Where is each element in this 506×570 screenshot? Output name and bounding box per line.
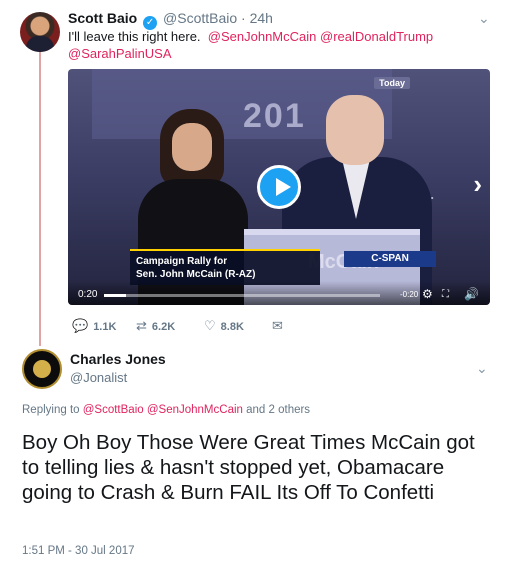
video-remaining-time: -0:20	[400, 290, 419, 299]
tweet2-timestamp[interactable]: 1:51 PM - 30 Jul 2017	[22, 545, 135, 557]
play-icon[interactable]	[257, 165, 301, 209]
mention-link[interactable]: @ScottBaio	[83, 404, 144, 416]
tweet2-text: Boy Oh Boy Those Were Great Times McCain…	[22, 431, 475, 504]
mention-link[interactable]: @SenJohnMcCain	[208, 29, 317, 44]
thread-connector-line	[39, 52, 41, 346]
mention-link[interactable]: @SarahPalinUSA	[68, 46, 172, 61]
direct-message-button[interactable]: ✉	[272, 318, 288, 334]
chevron-right-icon[interactable]: ›	[473, 169, 482, 200]
retweet-icon: ⇄	[136, 318, 147, 333]
reply-button[interactable]: 💬 1.1K	[72, 318, 116, 334]
network-logo: C-SPAN	[344, 251, 436, 267]
chevron-down-icon[interactable]: ⌄	[478, 10, 490, 27]
tweet2-handle[interactable]: @Jonalist	[70, 370, 127, 385]
like-button[interactable]: ♡ 8.8K	[204, 318, 244, 334]
video-elapsed-time: 0:20	[78, 289, 98, 300]
tweet1-author-name[interactable]: Scott Baio	[68, 10, 137, 26]
heart-icon: ♡	[204, 318, 216, 333]
mention-link[interactable]: @realDonaldTrump	[320, 29, 433, 44]
like-count: 8.8K	[220, 321, 244, 333]
retweet-count: 6.2K	[151, 321, 176, 333]
tweet1-time[interactable]: 24h	[250, 10, 273, 26]
tweet2-author-name[interactable]: Charles Jones	[70, 351, 166, 367]
video-player[interactable]: 201 Today Cain. McCain Campaign Rally fo…	[68, 69, 490, 305]
video-controls: 0:20 -0:20 ⚙ ⛶ 🔊	[68, 281, 490, 305]
replying-to-label: Replying to	[22, 404, 80, 416]
video-progress-fill	[104, 294, 127, 297]
chevron-down-icon[interactable]: ⌄	[476, 360, 488, 377]
mention-link[interactable]: @SenJohnMcCain	[147, 404, 243, 416]
lower-third-line2: Sen. John McCain (R-AZ)	[136, 269, 256, 280]
video-progress-bar[interactable]	[104, 294, 380, 297]
tweet1-text: I'll leave this right here. @SenJohnMcCa…	[68, 28, 488, 62]
tweet1-header: Scott Baio ✓ @ScottBaio · 24h	[68, 10, 273, 30]
tweet1-separator: ·	[241, 10, 246, 26]
charles-jones-avatar[interactable]	[22, 349, 62, 389]
video-today-bug: Today	[374, 77, 410, 89]
retweet-button[interactable]: ⇄ 6.2K	[136, 318, 175, 334]
direct-message-icon: ✉	[272, 318, 283, 333]
tweet1-handle[interactable]: @ScottBaio	[163, 10, 237, 26]
replying-to-others[interactable]: and 2 others	[246, 404, 310, 416]
replying-to-line: Replying to @ScottBaio @SenJohnMcCain an…	[22, 404, 310, 416]
volume-icon[interactable]: 🔊	[464, 287, 479, 301]
tweet1-text-prefix: I'll leave this right here.	[68, 29, 201, 44]
lower-third-line1: Campaign Rally for	[136, 256, 228, 267]
reply-icon: 💬	[72, 318, 89, 333]
reply-count: 1.1K	[93, 321, 117, 333]
scott-baio-avatar[interactable]	[20, 12, 60, 52]
gear-icon[interactable]: ⚙	[422, 287, 433, 301]
fullscreen-icon[interactable]: ⛶	[442, 289, 449, 300]
video-lower-third: Campaign Rally for Sen. John McCain (R-A…	[130, 249, 320, 285]
